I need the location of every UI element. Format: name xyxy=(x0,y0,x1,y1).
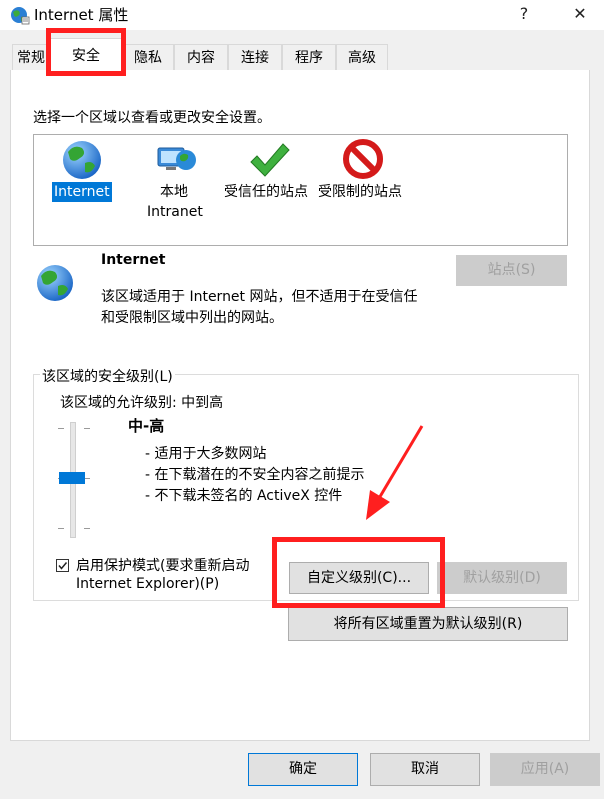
tab-privacy[interactable]: 隐私 xyxy=(122,44,174,70)
security-level-group-title: 该区域的安全级别(L) xyxy=(40,366,175,386)
protected-mode-label-line2: Internet Explorer)(P) xyxy=(76,576,220,592)
reset-all-zones-button[interactable]: 将所有区域重置为默认级别(R) xyxy=(288,607,568,641)
zone-restricted-sites[interactable]: 受限制的站点 xyxy=(316,136,412,206)
zone-description-line2: 和受限制区域中列出的网站。 xyxy=(101,310,283,326)
level-bullet: - 在下载潜在的不安全内容之前提示 xyxy=(145,467,365,483)
highlight-security-tab xyxy=(46,28,126,76)
red-arrow-icon xyxy=(366,425,424,520)
level-bullet: - 适用于大多数网站 xyxy=(145,446,267,462)
default-level-button[interactable]: 默认级别(D) xyxy=(437,562,567,594)
tab-programs[interactable]: 程序 xyxy=(282,44,336,70)
tab-content[interactable]: 内容 xyxy=(174,44,228,70)
zone-description-line1: 该区域适用于 Internet 网站，但不适用于在受信任 xyxy=(101,289,418,305)
slider-tick xyxy=(84,528,90,529)
zone-trusted-sites[interactable]: 受信任的站点 xyxy=(222,136,318,206)
apply-button[interactable]: 应用(A) xyxy=(490,753,600,786)
restricted-icon xyxy=(343,139,383,179)
level-bullet: - 不下载未签名的 ActiveX 控件 xyxy=(145,488,343,504)
zone-globe-icon xyxy=(37,265,73,301)
sites-button[interactable]: 站点(S) xyxy=(456,255,567,286)
help-button[interactable]: ? xyxy=(509,2,539,26)
checkmark-icon xyxy=(58,562,68,570)
tab-advanced[interactable]: 高级 xyxy=(336,44,388,70)
tab-connections[interactable]: 连接 xyxy=(228,44,282,70)
zone-internet[interactable]: Internet xyxy=(46,136,118,206)
window-title: Internet 属性 xyxy=(34,6,129,24)
protected-mode-checkbox[interactable] xyxy=(56,559,69,572)
zone-local-intranet[interactable]: 本地 Intranet xyxy=(140,136,210,222)
allowed-level-text: 该区域的允许级别: 中到高 xyxy=(60,395,224,411)
zone-label-trusted: 受信任的站点 xyxy=(224,184,308,200)
zone-label-internet: Internet xyxy=(52,182,112,202)
slider-thumb[interactable] xyxy=(59,472,85,484)
level-name: 中-高 xyxy=(128,417,165,435)
security-level-slider[interactable] xyxy=(56,422,96,538)
zone-label-local: 本地 xyxy=(160,184,188,200)
tab-general[interactable]: 常规 xyxy=(12,44,50,70)
zone-label-restricted: 受限制的站点 xyxy=(318,184,402,200)
slider-tick xyxy=(58,528,64,529)
ok-button[interactable]: 确定 xyxy=(248,753,358,786)
globe-icon xyxy=(63,141,101,179)
cancel-button[interactable]: 取消 xyxy=(370,753,480,786)
local-intranet-icon xyxy=(157,147,196,170)
zone-name: Internet xyxy=(101,252,166,268)
protected-mode-label-line1: 启用保护模式(要求重新启动 xyxy=(76,558,250,574)
slider-tick xyxy=(58,428,64,429)
close-button[interactable]: ✕ xyxy=(565,2,595,26)
highlight-custom-level xyxy=(272,537,445,608)
zone-label-intranet: Intranet xyxy=(147,204,203,220)
internet-options-icon xyxy=(11,7,30,25)
slider-tick xyxy=(84,428,90,429)
trusted-check-icon xyxy=(250,143,290,177)
zone-instruction: 选择一个区域以查看或更改安全设置。 xyxy=(33,110,271,126)
